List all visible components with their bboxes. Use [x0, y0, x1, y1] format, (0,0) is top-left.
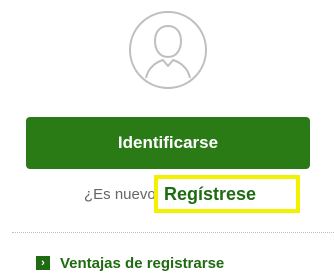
login-panel: Identificarse ¿Es nuevo? Regístrese › Ve…: [0, 0, 334, 275]
signup-row: ¿Es nuevo? Regístrese: [0, 175, 334, 214]
benefits-link-label: Ventajas de registrarse: [60, 254, 225, 272]
new-user-prompt: ¿Es nuevo?: [84, 186, 165, 203]
chevron-right-icon: ›: [36, 256, 50, 270]
login-button[interactable]: Identificarse: [26, 117, 310, 169]
benefits-link[interactable]: › Ventajas de registrarse: [36, 254, 224, 272]
register-link-label: Regístrese: [164, 183, 257, 204]
register-link[interactable]: Regístrese: [154, 175, 300, 213]
login-button-label: Identificarse: [117, 133, 219, 152]
divider: [12, 232, 334, 233]
user-silhouette-icon: [126, 8, 210, 92]
